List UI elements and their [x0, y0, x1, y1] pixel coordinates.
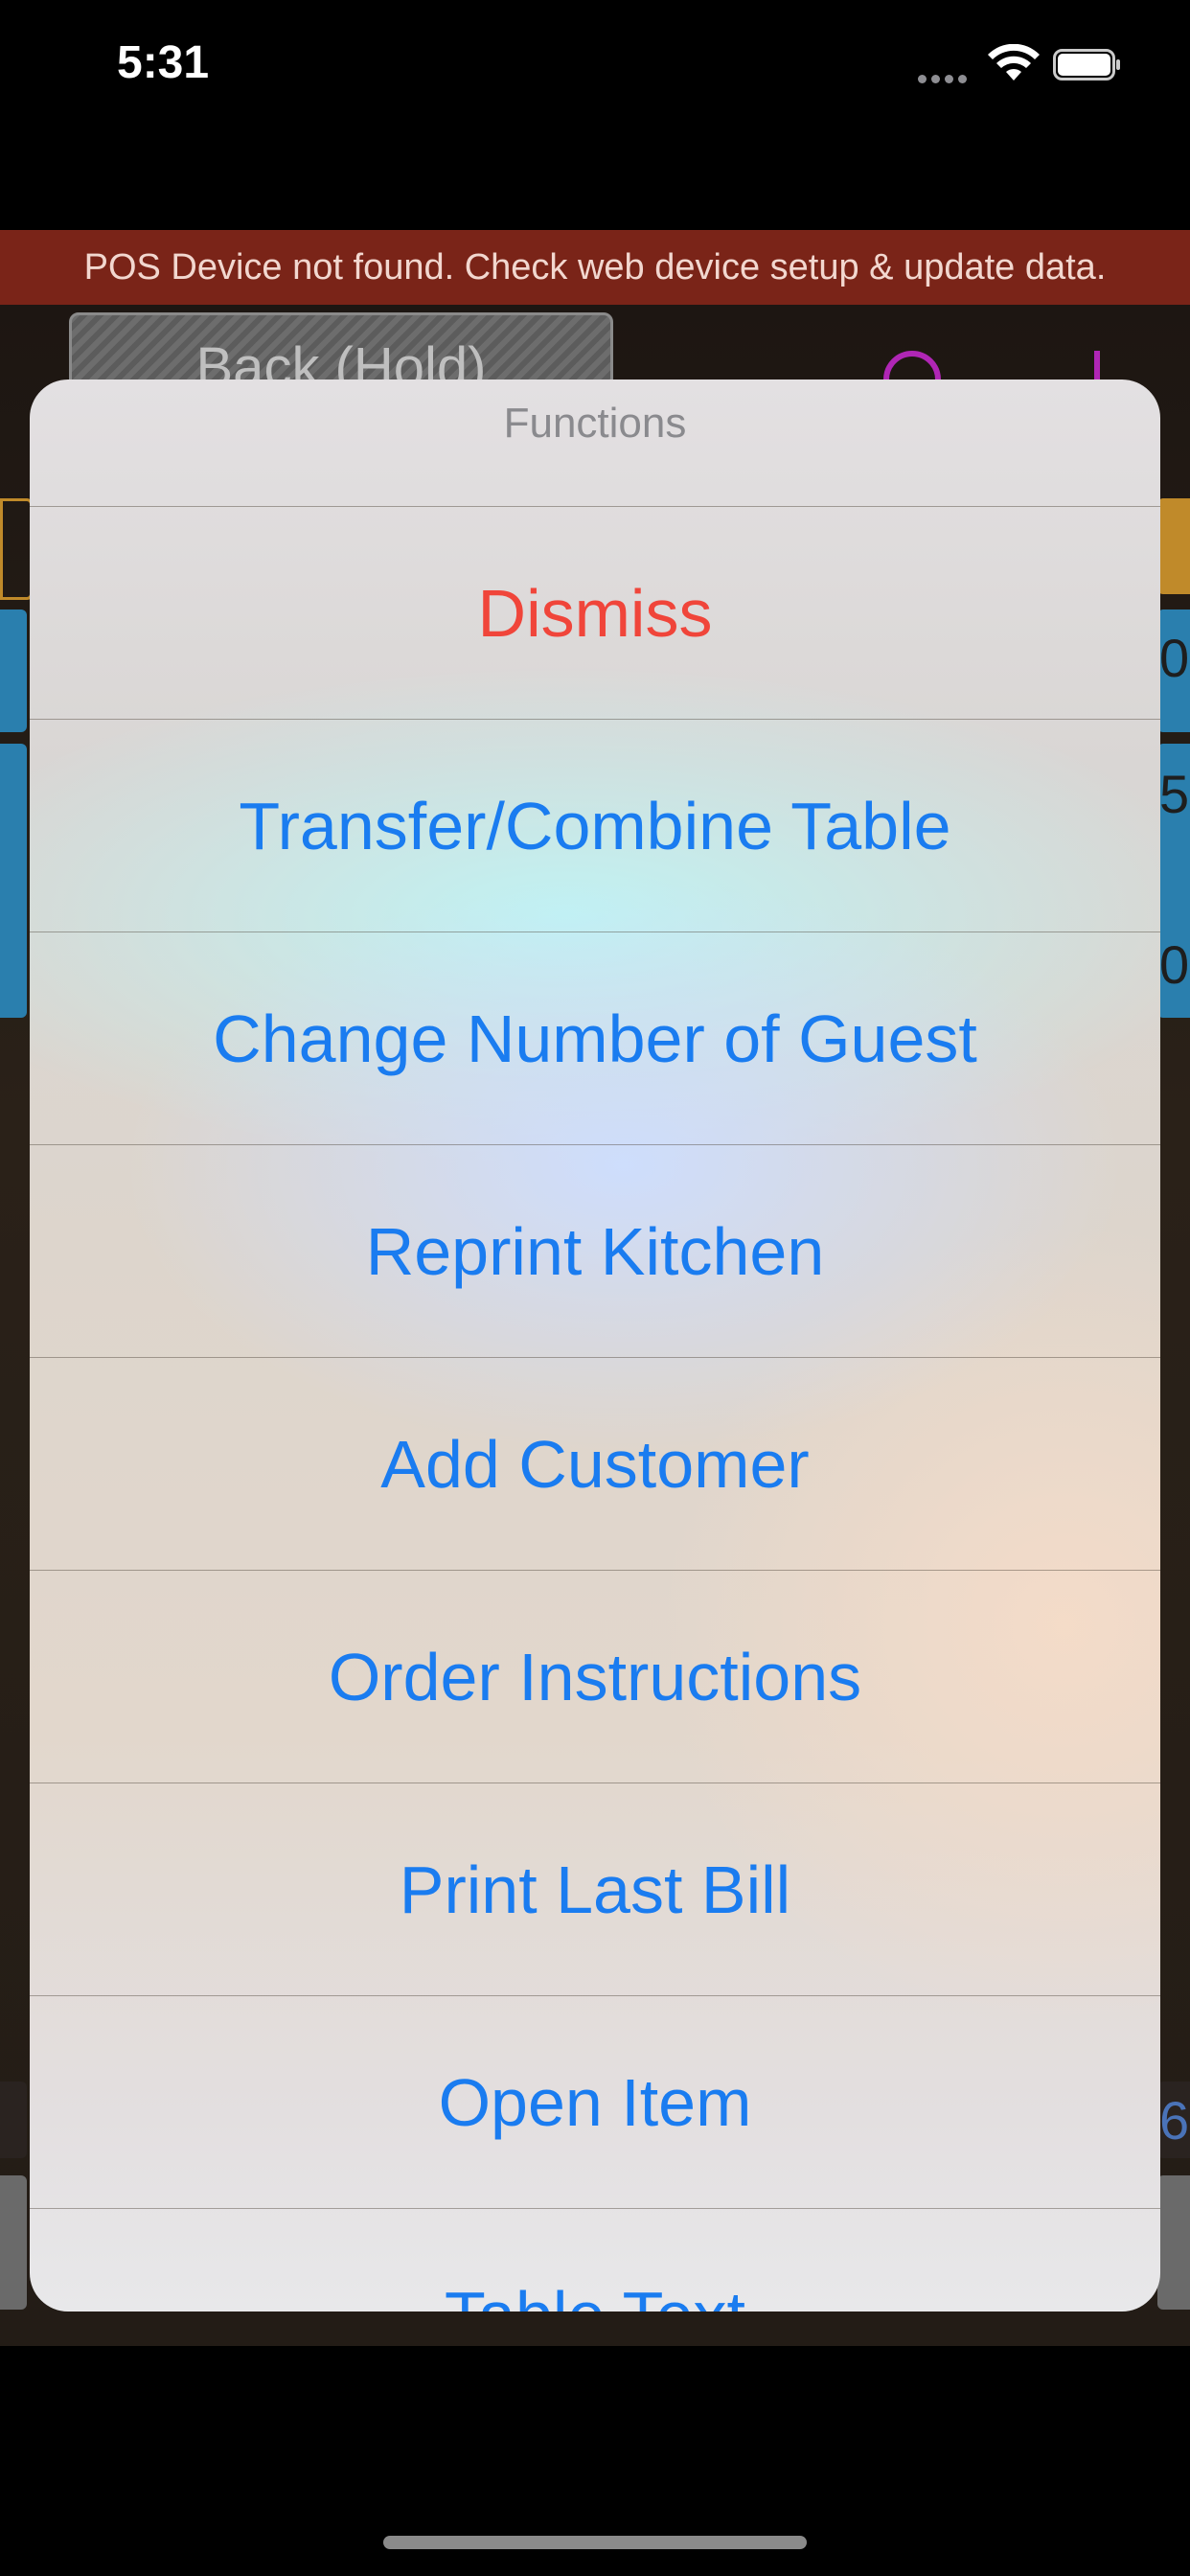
background-panel — [1157, 2175, 1190, 2310]
background-value: 6 — [1159, 2090, 1190, 2150]
background-panel — [0, 2175, 27, 2310]
background-panel — [0, 610, 27, 732]
device-error-banner: POS Device not found. Check web device s… — [0, 230, 1190, 305]
background-value: 0 — [1159, 628, 1190, 688]
signal-dots-icon — [918, 71, 972, 88]
battery-icon — [1053, 49, 1120, 80]
open-item-button[interactable]: Open Item — [30, 1995, 1160, 2209]
order-instructions-button[interactable]: Order Instructions — [30, 1570, 1160, 1783]
print-last-bill-button[interactable]: Print Last Bill — [30, 1782, 1160, 1996]
dismiss-button[interactable]: Dismiss — [30, 506, 1160, 720]
background-value: 5 — [1159, 764, 1190, 824]
table-text-button[interactable]: Table Text — [30, 2208, 1160, 2312]
background-panel — [1157, 498, 1190, 594]
change-number-of-guest-button[interactable]: Change Number of Guest — [30, 932, 1160, 1145]
functions-action-sheet: Functions Dismiss Transfer/Combine Table… — [30, 380, 1160, 2312]
status-time: 5:31 — [117, 37, 210, 88]
background-value: 0 — [1159, 934, 1190, 995]
reprint-kitchen-button[interactable]: Reprint Kitchen — [30, 1144, 1160, 1358]
background-panel — [0, 498, 33, 600]
home-indicator[interactable] — [383, 2536, 807, 2549]
status-bar: 5:31 — [0, 0, 1190, 134]
action-sheet-title: Functions — [503, 400, 687, 447]
add-customer-button[interactable]: Add Customer — [30, 1357, 1160, 1571]
background-panel — [0, 2082, 27, 2158]
wifi-icon — [988, 44, 1040, 80]
transfer-combine-table-button[interactable]: Transfer/Combine Table — [30, 719, 1160, 932]
background-panel — [0, 744, 27, 1018]
